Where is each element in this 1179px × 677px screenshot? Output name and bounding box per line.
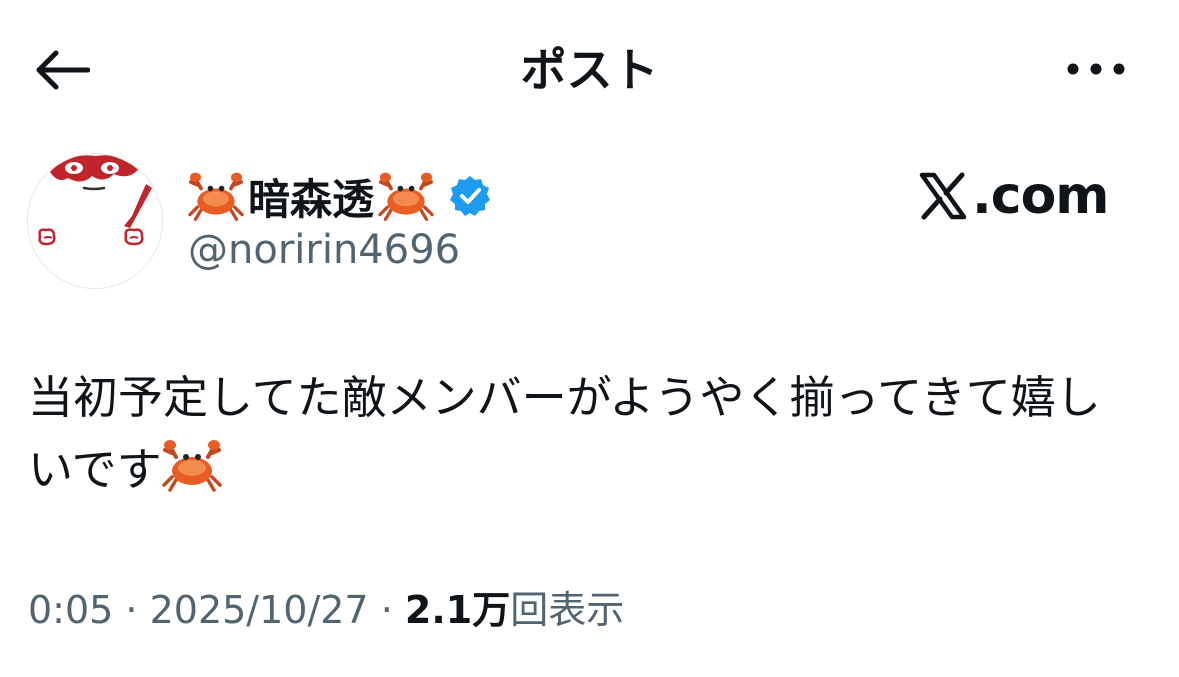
- avatar-image: [28, 154, 162, 288]
- xcom-watermark: .com: [918, 166, 1109, 226]
- display-name-text: 暗森透: [248, 174, 375, 224]
- verified-badge-icon: [450, 176, 491, 216]
- top-bar: ポスト: [0, 0, 1179, 140]
- display-name[interactable]: 暗森透: [188, 168, 492, 224]
- crab-emoji-icon: [378, 172, 434, 221]
- crab-emoji-icon: [161, 440, 222, 492]
- page-title: ポスト: [520, 43, 659, 97]
- meta-separator: ·: [368, 588, 405, 632]
- post-meta: 0:05 · 2025/10/27 · 2.1万回表示: [28, 586, 624, 634]
- more-horizontal-icon: [1067, 63, 1125, 75]
- crab-emoji-icon: [188, 172, 244, 221]
- post-time[interactable]: 0:05: [28, 588, 113, 632]
- xcom-watermark-text: .com: [972, 166, 1109, 226]
- avatar[interactable]: [27, 153, 163, 289]
- views-label[interactable]: 回表示: [510, 588, 624, 632]
- more-options-button[interactable]: [1058, 44, 1134, 94]
- views-count[interactable]: 2.1万: [405, 588, 510, 632]
- post-date[interactable]: 2025/10/27: [150, 588, 369, 632]
- post-text: 当初予定してた敵メンバーがようやく揃ってきて嬉しいです: [28, 362, 1138, 506]
- meta-separator: ·: [113, 588, 150, 632]
- user-handle[interactable]: @noririn4696: [188, 226, 460, 274]
- x-logo-icon: [919, 172, 967, 220]
